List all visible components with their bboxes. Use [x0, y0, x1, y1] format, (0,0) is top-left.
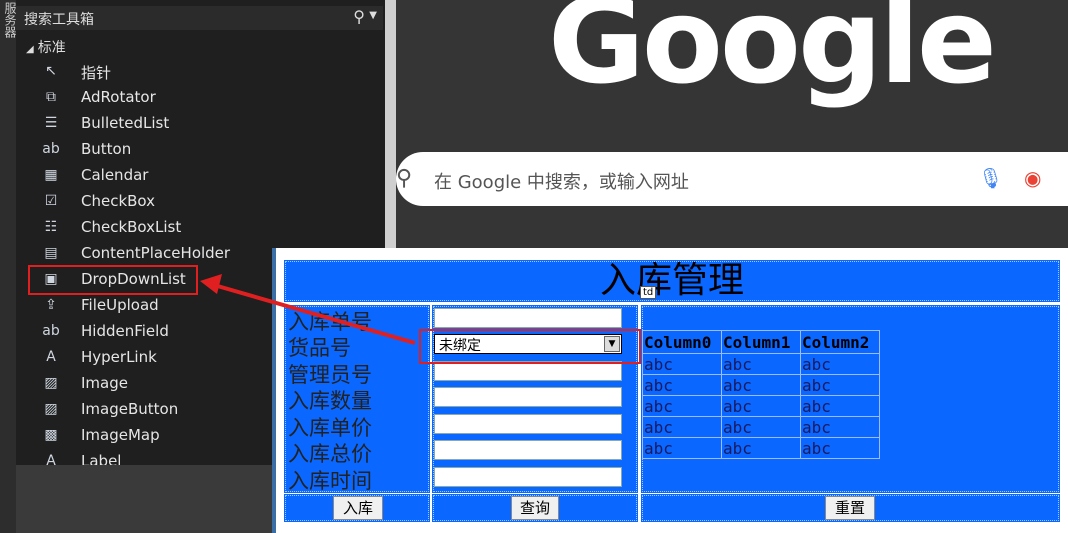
- arrow-head: [200, 274, 222, 294]
- annotation-arrow: [200, 274, 416, 345]
- arrow-line: [213, 283, 416, 345]
